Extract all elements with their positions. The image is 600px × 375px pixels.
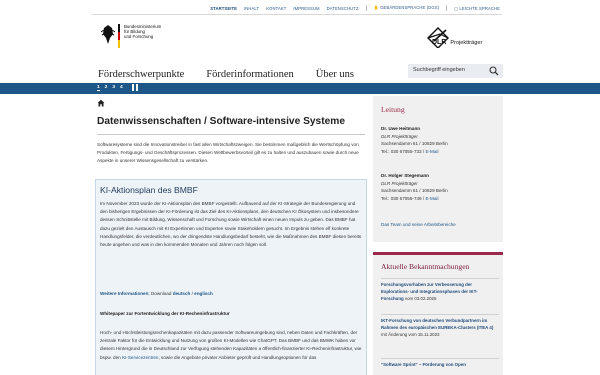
announcement-item[interactable]: Forschungsvorhaben zur Verbesserung der … bbox=[381, 278, 499, 302]
info-box-links: Weitere Informationen; Download deutsch … bbox=[100, 291, 213, 296]
carousel-page-3[interactable]: 3 bbox=[112, 85, 115, 90]
link-download-englisch[interactable]: englisch bbox=[194, 291, 213, 296]
info-box-subtitle: Whitepaper zur Fortentwicklung der KI-Re… bbox=[100, 311, 230, 316]
nav-link-startseite[interactable]: STARTSEITE bbox=[210, 6, 237, 11]
sidebar-heading: Leitung bbox=[381, 105, 405, 114]
nav-foerderinformationen[interactable]: Förderinformationen bbox=[206, 69, 293, 80]
page-title: Datenwissenschaften / Software-intensive… bbox=[97, 116, 345, 127]
contact-org: DLR Projektträger bbox=[381, 180, 418, 186]
home-icon[interactable] bbox=[97, 99, 105, 107]
email-link[interactable]: E-Mail bbox=[425, 196, 438, 201]
search-input[interactable]: Suchbegriff eingeben bbox=[408, 64, 503, 78]
contact-org: DLR Projektträger bbox=[381, 133, 418, 139]
sidebar-heading: Aktuelle Bekanntmachungen bbox=[381, 262, 470, 271]
paragraph-text: , sowie die Angebote privater Anbieter g… bbox=[158, 354, 317, 360]
divider bbox=[381, 278, 499, 279]
nav-link-gebaerdensprache[interactable]: ✋ GEBÄRDENSPRACHE (DGS) bbox=[374, 5, 439, 11]
contact-address: Sachsendamm 61 / 10829 Berlin bbox=[381, 188, 448, 194]
nav-link-impressum[interactable]: IMPRESSUM bbox=[293, 6, 319, 11]
dlr-logo[interactable]: DLR Projektträger bbox=[420, 22, 500, 52]
info-box-text-2: Hoch- und Höchstleistungsrechenkapazität… bbox=[100, 329, 364, 362]
announcement-date: mit Änderung vom 15.11.2023 bbox=[381, 331, 440, 337]
carousel-page-4[interactable]: 4 bbox=[120, 85, 123, 90]
announcement-title: "Software Sprint" – Förderung von Open bbox=[381, 362, 466, 367]
title-divider bbox=[97, 134, 365, 135]
search-icon[interactable] bbox=[488, 65, 500, 77]
dlr-subtitle: Projektträger bbox=[450, 40, 483, 46]
contact-phone: Tel.: 030 67055-749 / bbox=[381, 196, 426, 202]
contact-name: Dr. Uwe Heitmann bbox=[381, 126, 421, 131]
carousel-bar: 1 2 3 4 bbox=[0, 83, 600, 94]
header-divider bbox=[92, 14, 502, 15]
utility-nav: STARTSEITE INHALT KONTAKT IMPRESSUM DATE… bbox=[200, 3, 500, 13]
announcement-item[interactable]: "Software Sprint" – Förderung von Open bbox=[381, 358, 499, 369]
contact-phone-line: Tel.: 030 67055-749 / E-Mail bbox=[381, 195, 448, 203]
bmbf-logo[interactable]: Bundesministerium für Bildung und Forsch… bbox=[98, 22, 168, 54]
search-placeholder: Suchbegriff eingeben bbox=[413, 67, 465, 73]
nav-foerderschwerpunkte[interactable]: Förderschwerpunkte bbox=[98, 69, 184, 80]
contact-card: Dr. Holger Stegemann DLR Projektträger S… bbox=[381, 172, 448, 203]
sidebar-leitung: Leitung Dr. Uwe Heitmann DLR Projektträg… bbox=[373, 96, 503, 242]
contact-address: Sachsendamm 61 / 10829 Berlin bbox=[381, 141, 448, 147]
nav-link-label: GEBÄRDENSPRACHE (DGS) bbox=[380, 5, 440, 10]
links-separator: ; Download bbox=[148, 291, 173, 296]
logo-text-line: und Forschung bbox=[124, 34, 154, 40]
divider bbox=[381, 358, 499, 359]
divider bbox=[381, 314, 499, 315]
link-download-deutsch[interactable]: deutsch bbox=[173, 291, 191, 296]
sidebar-announcements: Aktuelle Bekanntmachungen Forschungsvorh… bbox=[373, 252, 503, 375]
pause-icon[interactable] bbox=[131, 84, 138, 91]
announcement-item[interactable]: IKT-Forschung von deutschen Verbundpart­… bbox=[381, 314, 499, 338]
divider bbox=[365, 5, 367, 11]
carousel-page-2[interactable]: 2 bbox=[105, 85, 108, 90]
announcement-date: vom 03.02.2025 bbox=[403, 295, 437, 301]
email-link[interactable]: E-Mail bbox=[425, 149, 438, 154]
announcement-title: IKT-Forschung von deutschen Verbundpart­… bbox=[381, 318, 494, 330]
contact-card: Dr. Uwe Heitmann DLR Projektträger Sachs… bbox=[381, 125, 448, 156]
link-weitere-informationen[interactable]: Weitere Informationen bbox=[100, 291, 148, 296]
info-box-text: Im November 2023 wurde der KI-Aktionspla… bbox=[100, 201, 362, 248]
dlr-wordmark: DLR bbox=[432, 39, 447, 46]
intro-text: Softwaresysteme sind die Innovationstrei… bbox=[97, 142, 359, 164]
nav-link-leichte-sprache[interactable]: ▢ LEICHTE SPRACHE bbox=[454, 6, 500, 11]
nav-link-kontakt[interactable]: KONTAKT bbox=[266, 6, 286, 11]
contact-phone-line: Tel.: 030 67055-733 / E-Mail bbox=[381, 148, 448, 156]
nav-link-inhalt[interactable]: INHALT bbox=[244, 6, 259, 11]
carousel-pager: 1 2 3 4 bbox=[97, 84, 138, 91]
carousel-page-1[interactable]: 1 bbox=[97, 85, 100, 91]
nav-link-datenschutz[interactable]: DATENSCHUTZ bbox=[327, 6, 359, 11]
contact-phone: Tel.: 030 67055-733 / bbox=[381, 149, 426, 155]
info-box: KI-Aktionsplan des BMBF Im November 2023… bbox=[95, 179, 367, 375]
nav-link-label: LEICHTE SPRACHE bbox=[459, 5, 500, 11]
nav-ueber-uns[interactable]: Über uns bbox=[316, 69, 354, 80]
contact-name: Dr. Holger Stegemann bbox=[381, 173, 429, 178]
info-box-title: KI-Aktionsplan des BMBF bbox=[100, 185, 198, 195]
team-link[interactable]: Das Team und seine Arbeitsbereiche bbox=[381, 222, 456, 227]
link-ki-servicezentren[interactable]: KI-Servicezentren bbox=[122, 355, 159, 360]
divider bbox=[446, 5, 448, 11]
